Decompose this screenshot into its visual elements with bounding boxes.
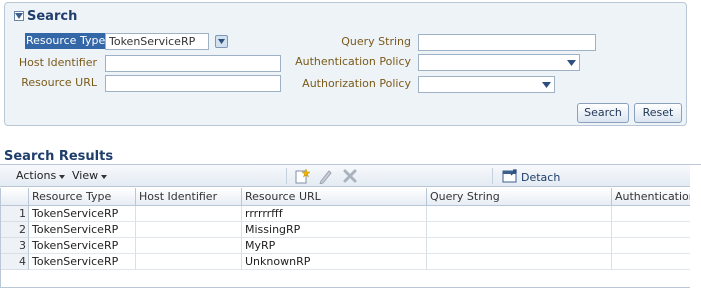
collapse-icon[interactable] bbox=[14, 11, 24, 21]
column-header[interactable]: Resource URL bbox=[242, 188, 427, 206]
resource-url-input[interactable] bbox=[105, 75, 281, 92]
search-results-title: Search Results bbox=[4, 149, 114, 164]
table-cell[interactable] bbox=[427, 254, 612, 270]
host-identifier-label: Host Identifier bbox=[18, 56, 97, 69]
create-icon[interactable] bbox=[294, 168, 311, 184]
results-table: Resource Type Host Identifier Resource U… bbox=[0, 188, 690, 288]
detach-icon bbox=[502, 168, 518, 187]
chevron-down-icon[interactable] bbox=[215, 35, 228, 48]
resource-url-label: Resource URL bbox=[21, 76, 97, 89]
row-number[interactable]: 1 bbox=[1, 206, 29, 222]
detach-label: Detach bbox=[521, 171, 561, 184]
column-header[interactable]: Host Identifier bbox=[136, 188, 242, 206]
reset-button[interactable]: Reset bbox=[634, 103, 682, 123]
row-number[interactable]: 3 bbox=[1, 238, 29, 254]
chevron-down-icon[interactable] bbox=[540, 78, 553, 91]
edit-icon[interactable] bbox=[318, 168, 334, 185]
table-cell[interactable]: MyRP bbox=[242, 238, 427, 254]
table-cell[interactable]: MissingRP bbox=[242, 222, 427, 238]
table-cell[interactable] bbox=[136, 238, 242, 254]
resource-type-value: TokenServiceRP bbox=[109, 35, 196, 48]
table-cell[interactable] bbox=[612, 222, 690, 238]
row-number-header bbox=[1, 188, 29, 206]
view-menu-label: View bbox=[72, 169, 99, 182]
column-header[interactable]: Resource Type bbox=[29, 188, 136, 206]
detach-button[interactable]: Detach bbox=[502, 168, 560, 187]
table-cell[interactable]: rrrrrrfff bbox=[242, 206, 427, 222]
toolbar-separator bbox=[492, 168, 493, 184]
row-number[interactable]: 4 bbox=[1, 254, 29, 270]
authorization-policy-label: Authorization Policy bbox=[302, 77, 411, 90]
authentication-policy-select[interactable] bbox=[418, 54, 580, 71]
search-header[interactable]: Search bbox=[14, 8, 78, 24]
column-header[interactable]: Query String bbox=[427, 188, 612, 206]
delete-icon[interactable] bbox=[342, 168, 358, 184]
table-cell[interactable]: TokenServiceRP bbox=[29, 254, 136, 270]
resource-type-label: Resource Type bbox=[25, 33, 107, 49]
results-toolbar: Actions View Detach bbox=[0, 165, 690, 187]
chevron-down-icon[interactable] bbox=[565, 56, 578, 69]
table-cell[interactable] bbox=[136, 254, 242, 270]
query-string-label: Query String bbox=[341, 35, 411, 48]
search-panel: Search Resource Type TokenServiceRP Host… bbox=[4, 2, 687, 126]
authorization-policy-select[interactable] bbox=[418, 76, 555, 93]
table-cell[interactable] bbox=[612, 206, 690, 222]
table-cell[interactable]: TokenServiceRP bbox=[29, 206, 136, 222]
table-cell[interactable] bbox=[427, 238, 612, 254]
search-button[interactable]: Search bbox=[577, 103, 629, 123]
table-cell[interactable] bbox=[427, 206, 612, 222]
row-number[interactable]: 2 bbox=[1, 222, 29, 238]
caret-down-icon bbox=[101, 174, 108, 179]
column-header[interactable]: Authentication I bbox=[612, 188, 690, 206]
search-title: Search bbox=[27, 8, 78, 24]
table-cell[interactable]: TokenServiceRP bbox=[29, 222, 136, 238]
view-menu[interactable]: View bbox=[72, 169, 108, 182]
table-cell[interactable] bbox=[427, 222, 612, 238]
table-cell[interactable] bbox=[612, 254, 690, 270]
host-identifier-input[interactable] bbox=[105, 55, 281, 72]
table-cell[interactable]: TokenServiceRP bbox=[29, 238, 136, 254]
query-string-input[interactable] bbox=[418, 34, 596, 51]
table-cell[interactable] bbox=[136, 222, 242, 238]
table-cell[interactable]: UnknownRP bbox=[242, 254, 427, 270]
toolbar-separator bbox=[286, 168, 287, 184]
actions-menu-label: Actions bbox=[16, 169, 57, 182]
caret-down-icon bbox=[59, 174, 66, 179]
table-cell[interactable] bbox=[136, 206, 242, 222]
authentication-policy-label: Authentication Policy bbox=[295, 55, 411, 68]
table-cell[interactable] bbox=[612, 238, 690, 254]
resource-type-select[interactable]: TokenServiceRP bbox=[105, 33, 228, 50]
actions-menu[interactable]: Actions bbox=[16, 169, 66, 182]
